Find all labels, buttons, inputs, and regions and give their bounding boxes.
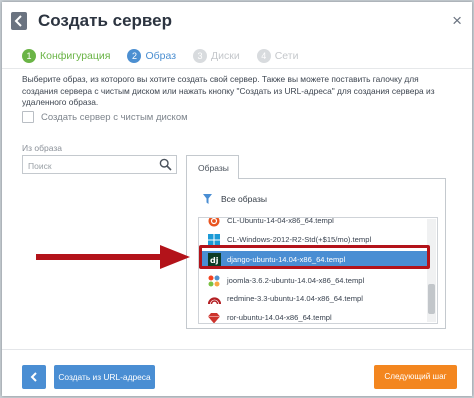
tab-images[interactable]: Образы xyxy=(186,155,239,179)
create-from-url-button[interactable]: Создать из URL-адреса xyxy=(54,365,155,389)
list-item-selected[interactable]: dj django-ubuntu-14.04-x86_64.templ xyxy=(199,251,427,268)
list-item[interactable]: CL-Windows-2012-R2-Std(+$15/mo).templ xyxy=(199,231,427,248)
filter-icon xyxy=(203,194,212,204)
search-input[interactable] xyxy=(23,157,148,175)
ruby-icon xyxy=(207,311,221,323)
list-scrollbar[interactable] xyxy=(427,219,436,322)
step-number: 1 xyxy=(22,49,36,63)
wizard-steps: 1 Конфигурация 2 Образ 3 Диски 4 Сети xyxy=(22,46,315,66)
ubuntu-icon xyxy=(207,218,221,228)
step-number: 2 xyxy=(127,49,142,63)
image-name: ror-ubuntu-14.04-x86_64.templ xyxy=(227,313,332,322)
list-item[interactable]: joomla-3.6.2-ubuntu-14.04-x86_64.templ xyxy=(199,272,427,289)
joomla-icon xyxy=(207,274,221,288)
divider xyxy=(2,68,472,69)
redmine-icon xyxy=(207,292,221,306)
list-item[interactable]: redmine-3.3-ubuntu-14.04-x86_64.templ xyxy=(199,290,427,307)
chevron-left-icon xyxy=(30,372,37,382)
search-icon[interactable] xyxy=(159,158,172,171)
step-label: Образ xyxy=(145,50,177,62)
step-label: Конфигурация xyxy=(40,50,111,62)
step-configuration[interactable]: 1 Конфигурация xyxy=(22,49,110,63)
scrollbar-thumb[interactable] xyxy=(428,284,435,314)
step-number: 4 xyxy=(256,49,271,63)
create-server-dialog: Создать сервер × 1 Конфигурация 2 Образ … xyxy=(2,2,472,396)
django-icon: dj xyxy=(207,253,221,267)
image-name: CL-Ubuntu-14-04-x86_64.templ xyxy=(227,217,334,225)
step-number: 3 xyxy=(193,49,208,63)
dialog-header: Создать сервер × xyxy=(2,2,472,40)
close-icon[interactable]: × xyxy=(452,11,462,31)
description-text: Выберите образ, из которого вы хотите со… xyxy=(22,74,435,107)
clean-disk-label: Создать сервер с чистым диском xyxy=(41,111,188,123)
red-pointer-arrow-icon xyxy=(36,245,190,269)
filter-all-images[interactable]: Все образы xyxy=(203,194,267,204)
image-name: django-ubuntu-14.04-x86_64.templ xyxy=(227,255,346,264)
next-step-button[interactable]: Следующий шаг xyxy=(374,365,457,389)
image-name: CL-Windows-2012-R2-Std(+$15/mo).templ xyxy=(227,235,372,244)
filter-label: Все образы xyxy=(221,194,267,204)
windows-icon xyxy=(207,233,221,247)
dialog-title: Создать сервер xyxy=(38,11,172,30)
back-button[interactable] xyxy=(22,365,46,389)
step-networks: 4 Сети xyxy=(256,49,299,63)
clean-disk-option[interactable]: Создать сервер с чистым диском xyxy=(22,111,188,123)
step-image[interactable]: 2 Образ xyxy=(127,49,176,63)
list-item[interactable]: CL-Ubuntu-14-04-x86_64.templ xyxy=(199,217,427,229)
search-box xyxy=(22,155,177,175)
step-label: Диски xyxy=(211,50,240,62)
images-panel: Все образы CL-Ubuntu-14-04-x86_64.templ … xyxy=(186,178,446,329)
dialog-footer: Создать из URL-адреса Следующий шаг xyxy=(2,349,472,396)
svg-text:dj: dj xyxy=(210,256,219,265)
list-item[interactable]: ror-ubuntu-14.04-x86_64.templ xyxy=(199,309,427,323)
step-disks: 3 Диски xyxy=(193,49,240,63)
back-arrow-icon[interactable] xyxy=(11,12,27,30)
image-list: CL-Ubuntu-14-04-x86_64.templ CL-Windows-… xyxy=(198,217,438,324)
clean-disk-checkbox[interactable] xyxy=(22,111,34,123)
step-label: Сети xyxy=(274,50,299,62)
image-name: redmine-3.3-ubuntu-14.04-x86_64.templ xyxy=(227,294,363,303)
from-image-label: Из образа xyxy=(22,143,62,153)
image-name: joomla-3.6.2-ubuntu-14.04-x86_64.templ xyxy=(227,276,365,285)
